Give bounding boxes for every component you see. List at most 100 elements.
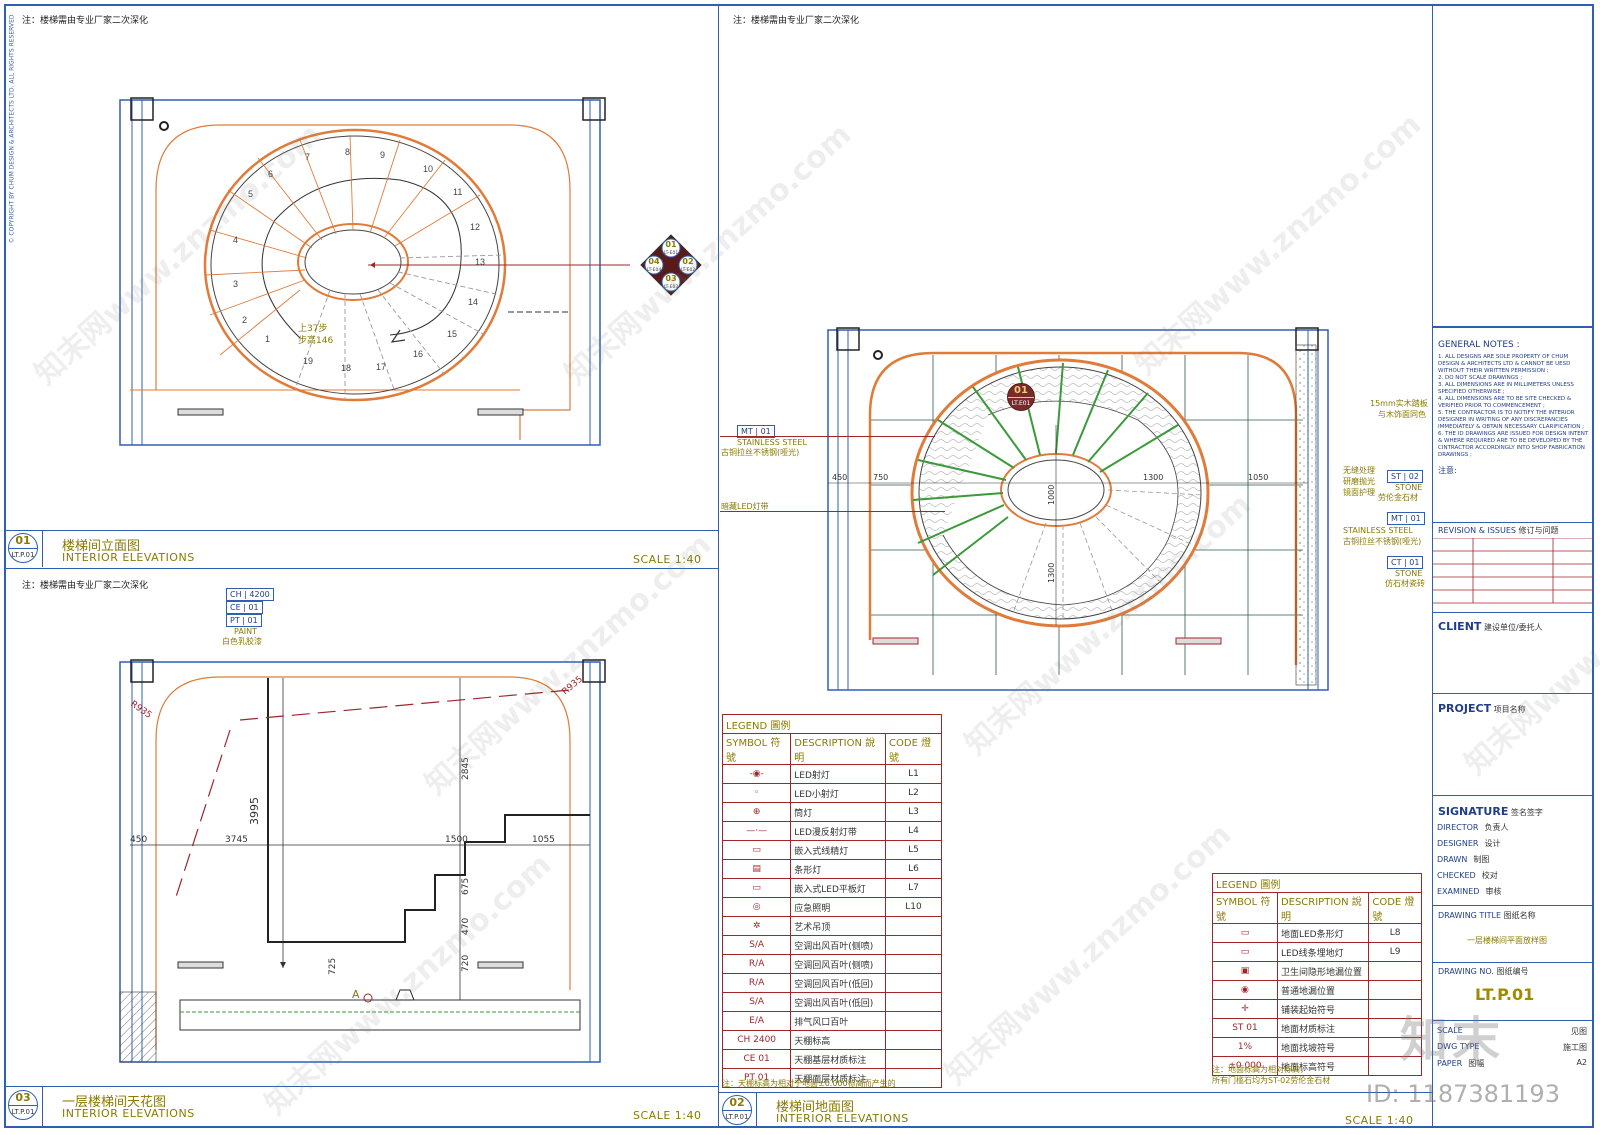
p02-title-bar: [718, 1092, 1432, 1093]
legend-sym: ▭: [721, 840, 792, 860]
legend-sym: R/A: [721, 973, 792, 993]
legend-code: L8: [1368, 923, 1422, 943]
legend-row: ▣ 卫生间隐形地漏位置: [1212, 961, 1422, 981]
legend-row: ◦ LED小射灯 L2: [721, 783, 942, 803]
p01-step-number: 17: [376, 362, 386, 372]
legend-code: [1368, 980, 1422, 1000]
p02-bubble-num: 02: [723, 1096, 751, 1111]
tb-drawing-title-cn: 图纸名称: [1503, 911, 1536, 920]
legend-desc: 地面材质标注: [1276, 1018, 1370, 1038]
general-note-item: 5. THE CONTRACTOR IS TO NOTIFY THE INTER…: [1438, 410, 1584, 430]
signature-role: CHECKED: [1437, 871, 1476, 880]
legend-row: —·— LED漫反射灯带 L4: [721, 821, 942, 841]
legend-desc: 应急照明: [790, 897, 887, 917]
legend-row: ▭ 地面LED条形灯 L8: [1212, 923, 1422, 943]
legend-code: L5: [885, 840, 942, 860]
p02-tag-mt-right-cn: 古铜拉丝不锈钢(哑光): [1343, 537, 1422, 546]
legend-code: L4: [885, 821, 942, 841]
legend-desc: 嵌入式线精灯: [790, 840, 887, 860]
general-note-item: 6. THE ID DRAWINGS ARE ISSUED FOR DESIGN…: [1438, 431, 1589, 458]
p03-dim-1055: 1055: [532, 835, 555, 845]
legend-floor-head-code: CODE 燈號: [1368, 892, 1422, 924]
legend-sym: ✲: [721, 916, 792, 936]
legend-ceiling: LEGEND 圖例 SYMBOL 符號 DESCRIPTION 說明 CODE …: [721, 714, 942, 1088]
tb-drawing-no: DRAWING NO. 图纸编号: [1433, 966, 1599, 977]
p03-dim-725: 725: [328, 958, 338, 975]
signature-role: DRAWN: [1437, 855, 1468, 864]
legend-desc: 空调出风百叶(低回): [790, 992, 887, 1012]
legend-desc: 空调出风百叶(侧喷): [790, 935, 887, 955]
signature-role: DESIGNER: [1437, 839, 1479, 848]
tb-drawing-title-val: 一层楼梯间平面放样图: [1467, 936, 1547, 945]
p02-callout-grout-2: 研磨抛光: [1343, 477, 1375, 486]
tb-line-2: [1432, 522, 1594, 523]
legend-row: R/A 空调回风百叶(低回): [721, 973, 942, 993]
general-note-item: 1. ALL DESIGNS ARE SOLE PROPERTY OF CHUM…: [1438, 354, 1571, 374]
legend-sym: ▭: [1212, 923, 1278, 943]
p02-tag-mt-right-en: STAINLESS STEEL: [1343, 526, 1413, 535]
legend-code: [885, 954, 942, 974]
legend-floor-title: LEGEND 圖例: [1212, 873, 1422, 893]
p01-step-number: 14: [468, 297, 478, 307]
signature-role-cn: 校对: [1481, 871, 1498, 880]
legend-code: [885, 1030, 942, 1050]
p01-step-number: 2: [242, 315, 247, 325]
legend-desc: LED线条埋地灯: [1276, 942, 1370, 962]
legend-row: 1% 地面找坡符号: [1212, 1037, 1422, 1057]
tb-notes-cn-head: 注意:: [1438, 466, 1457, 475]
legend-row: ✛ 铺装起始符号: [1212, 999, 1422, 1019]
legend-sym: S/A: [721, 992, 792, 1012]
legend-sym: 1%: [1212, 1037, 1278, 1057]
legend-floor-head-desc: DESCRIPTION 說明: [1276, 892, 1370, 924]
legend-sym: ◦: [721, 783, 792, 803]
p01-title-divider: [42, 530, 43, 567]
p01-step-number: 12: [470, 222, 480, 232]
legend-desc: 条形灯: [790, 859, 887, 879]
legend-sym: ◎: [721, 897, 792, 917]
p02-plan-bubble[interactable]: 01 LT.E01: [1007, 383, 1035, 411]
legend-desc: 筒灯: [790, 802, 887, 822]
legend-row: ⊕ 筒灯 L3: [721, 802, 942, 822]
legend-floor-footnote-2: 所有门槛石均为ST-02劳伦金石材: [1212, 1076, 1331, 1085]
legend-desc: 卫生间隐形地漏位置: [1276, 961, 1370, 981]
legend-row: E/A 排气风口百叶: [721, 1011, 942, 1031]
p02-callout-grout-3: 镜面护理: [1343, 488, 1375, 497]
legend-sym: —·—: [721, 821, 792, 841]
legend-ceiling-head-code: CODE 燈號: [885, 733, 942, 765]
signature-role-cn: 设计: [1484, 839, 1501, 848]
p03-paint-cn: 白色乳胶漆: [222, 637, 262, 646]
legend-desc: 普通地漏位置: [1276, 980, 1370, 1000]
legend-floor-head-symbol: SYMBOL 符號: [1212, 892, 1278, 924]
p02-tag-mt-left-en: STAINLESS STEEL: [737, 438, 807, 447]
p02-dim-450: 450: [832, 473, 847, 482]
watermark-logo: 知末: [1400, 1012, 1505, 1068]
copyright-text: © COPYRIGHT BY CHUM DESIGN & ARCHITECTS …: [8, 14, 16, 244]
legend-ceiling-head-desc: DESCRIPTION 說明: [790, 733, 887, 765]
p01-title-bar: [6, 530, 718, 531]
p03-title-divider: [42, 1086, 43, 1126]
p03-tag-ce: CE | 01: [226, 601, 263, 614]
watermark-id: ID: 1187381193: [1366, 1080, 1560, 1108]
p02-callout-wood2: 与木饰面同色: [1378, 410, 1426, 419]
legend-sym: CH 2400: [721, 1030, 792, 1050]
p03-title-bar: [6, 1086, 718, 1087]
legend-row: S/A 空调出风百叶(侧喷): [721, 935, 942, 955]
general-note-item: 2. DO NOT SCALE DRAWINGS ;: [1438, 375, 1523, 381]
signature-role-cn: 制图: [1473, 855, 1490, 864]
p03-dim-450: 450: [130, 835, 147, 845]
tb-drawing-title-label: DRAWING TITLE: [1438, 911, 1502, 920]
legend-ceiling-head-symbol: SYMBOL 符號: [721, 733, 792, 765]
legend-desc: 地面LED条形灯: [1276, 923, 1370, 943]
p02-leader-led: [720, 511, 945, 512]
legend-sym: CE 01: [721, 1049, 792, 1069]
p01-step-number: 16: [413, 349, 423, 359]
p02-tag-ct: CT | 01: [1387, 556, 1424, 569]
p03-note: 注：楼梯需由专业厂家二次深化: [22, 581, 149, 591]
tb-client-cn: 建设单位/委托人: [1483, 623, 1543, 632]
p01-step-number: 4: [233, 235, 238, 245]
tb-drawing-title: DRAWING TITLE 图纸名称: [1433, 910, 1599, 921]
p01-step-number: 11: [453, 187, 462, 197]
legend-sym: ⊕: [721, 802, 792, 822]
p01-step-number: 9: [380, 150, 385, 160]
legend-desc: 空调回风百叶(低回): [790, 973, 887, 993]
